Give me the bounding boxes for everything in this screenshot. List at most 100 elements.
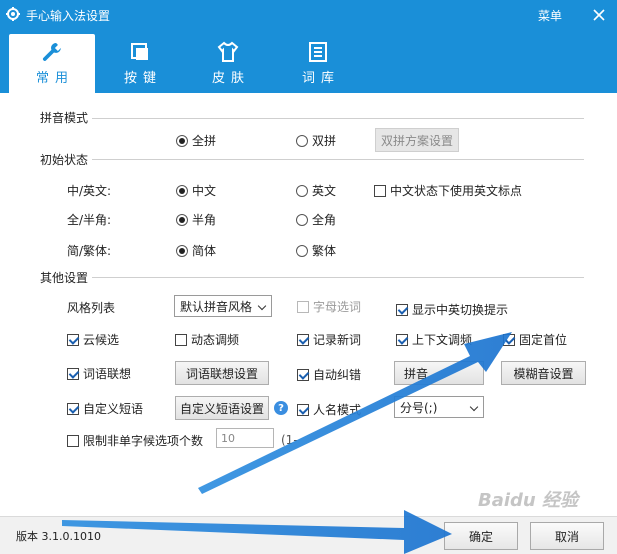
double-pinyin-scheme-button[interactable]: 双拼方案设置 [375, 128, 459, 152]
tab-label: 按键 [123, 71, 162, 86]
custom-phrase-settings-button[interactable]: 自定义短语设置 [175, 396, 269, 420]
shirt-icon [217, 41, 239, 62]
checkbox-box [503, 333, 515, 346]
close-icon[interactable] [590, 6, 608, 24]
window-title: 手心输入法设置 [26, 9, 111, 23]
checkbox-letter-select[interactable]: 字母选词 [297, 298, 361, 315]
radio-dot [176, 244, 188, 257]
tab-dictionary[interactable]: 词库 [275, 34, 361, 93]
radio-label: 英文 [312, 184, 337, 198]
fuzzy-sound-settings-button[interactable]: 模糊音设置 [501, 361, 586, 385]
checkbox-switch-hint[interactable]: 显示中英切换提示 [396, 301, 508, 318]
limit-range-label: (1- [281, 433, 298, 447]
checkbox-box [67, 434, 79, 447]
radio-traditional[interactable]: 繁体 [296, 242, 336, 259]
radio-double-pinyin[interactable]: 双拼 [296, 132, 336, 149]
checkbox-box [297, 403, 309, 416]
checkbox-label: 固定首位 [519, 333, 568, 347]
footer-bar: 版本 3.1.0.1010 确定 取消 [0, 516, 617, 554]
radio-label: 简体 [192, 244, 217, 258]
checkbox-label: 自动纠错 [313, 368, 362, 382]
radio-dot [176, 134, 188, 147]
checkbox-label: 人名模式 [313, 403, 362, 417]
chevron-down-icon [257, 301, 267, 311]
radio-chinese[interactable]: 中文 [176, 182, 216, 199]
radio-simplified[interactable]: 简体 [176, 242, 216, 259]
checkbox-box [67, 367, 79, 380]
chevron-down-icon [469, 402, 479, 412]
checkbox-english-punct[interactable]: 中文状态下使用英文标点 [374, 182, 522, 199]
checkbox-label: 云候选 [83, 333, 120, 347]
section-title-pinyin: 拼音模式 [40, 109, 89, 126]
checkbox-box [175, 333, 187, 346]
punct-select[interactable]: 分号(;) [394, 396, 484, 418]
checkbox-box [297, 300, 309, 313]
radio-full-pinyin[interactable]: 全拼 [176, 132, 216, 149]
settings-panel: 拼音模式 全拼 双拼 双拼方案设置 初始状态 中/英文: 中文 英文 中文状态下… [0, 93, 617, 516]
radio-label: 双拼 [312, 134, 337, 148]
radio-dot [296, 213, 308, 226]
tab-keys[interactable]: 按键 [97, 34, 183, 93]
tab-skin[interactable]: 皮肤 [185, 34, 271, 93]
checkbox-label: 字母选词 [313, 300, 362, 314]
style-select[interactable]: 默认拼音风格 [174, 295, 272, 317]
radio-english[interactable]: 英文 [296, 182, 336, 199]
tab-label: 常用 [35, 71, 74, 86]
label-cn-en: 中/英文: [67, 184, 112, 198]
checkbox-box [297, 368, 309, 381]
checkbox-fixed-first[interactable]: 固定首位 [503, 331, 567, 348]
radio-label: 全拼 [192, 134, 217, 148]
section-title-other: 其他设置 [40, 269, 89, 286]
tab-common[interactable]: 常用 [9, 34, 95, 93]
radio-label: 繁体 [312, 244, 337, 258]
divider [92, 159, 584, 160]
checkbox-context-freq[interactable]: 上下文调频 [396, 331, 472, 348]
checkbox-box [67, 333, 79, 346]
radio-half-width[interactable]: 半角 [176, 211, 216, 228]
radio-label: 中文 [192, 184, 217, 198]
help-icon[interactable]: ? [274, 401, 288, 415]
radio-dot [296, 244, 308, 257]
menu-button[interactable]: 菜单 [538, 7, 562, 24]
checkbox-word-assoc[interactable]: 词语联想 [67, 365, 131, 382]
radio-dot [176, 184, 188, 197]
checkbox-box [396, 303, 408, 316]
wrench-icon [42, 43, 61, 61]
checkbox-dynamic-freq[interactable]: 动态调频 [175, 331, 239, 348]
select-value: 默认拼音风格 [180, 299, 253, 314]
tab-label: 词库 [301, 71, 340, 86]
word-assoc-settings-button[interactable]: 词语联想设置 [175, 361, 269, 385]
checkbox-box [396, 333, 408, 346]
checkbox-label: 中文状态下使用英文标点 [390, 184, 523, 198]
radio-dot [296, 134, 308, 147]
cancel-button[interactable]: 取消 [530, 522, 604, 550]
limit-count-input[interactable]: 10 [216, 428, 274, 448]
label-full-half: 全/半角: [67, 213, 112, 227]
ok-button[interactable]: 确定 [444, 522, 518, 550]
title-bar: 手心输入法设置 菜单 [0, 0, 617, 30]
checkbox-label: 上下文调频 [412, 333, 473, 347]
radio-label: 半角 [192, 213, 217, 227]
divider [92, 277, 584, 278]
pinyin-settings-button[interactable]: 拼音 [394, 361, 484, 385]
radio-dot [296, 184, 308, 197]
checkbox-label: 限制非单字候选项个数 [83, 434, 204, 448]
checkbox-box [67, 402, 79, 415]
label-style-list: 风格列表 [67, 301, 116, 315]
section-title-initial: 初始状态 [40, 151, 89, 168]
list-icon [309, 42, 327, 62]
checkbox-record-new-words[interactable]: 记录新词 [297, 331, 361, 348]
checkbox-box [297, 333, 309, 346]
checkbox-label: 记录新词 [313, 333, 362, 347]
checkbox-name-mode[interactable]: 人名模式 [297, 401, 361, 418]
checkbox-auto-correct[interactable]: 自动纠错 [297, 366, 361, 383]
app-logo-icon [6, 7, 20, 21]
label-simp-trad: 简/繁体: [67, 244, 112, 258]
watermark: Baidu 经验 [478, 490, 579, 511]
checkbox-cloud-candidate[interactable]: 云候选 [67, 331, 119, 348]
checkbox-custom-phrase[interactable]: 自定义短语 [67, 400, 143, 417]
checkbox-label: 词语联想 [83, 367, 132, 381]
radio-full-width[interactable]: 全角 [296, 211, 336, 228]
checkbox-limit-candidates[interactable]: 限制非单字候选项个数 [67, 432, 203, 449]
checkbox-label: 自定义短语 [83, 402, 144, 416]
